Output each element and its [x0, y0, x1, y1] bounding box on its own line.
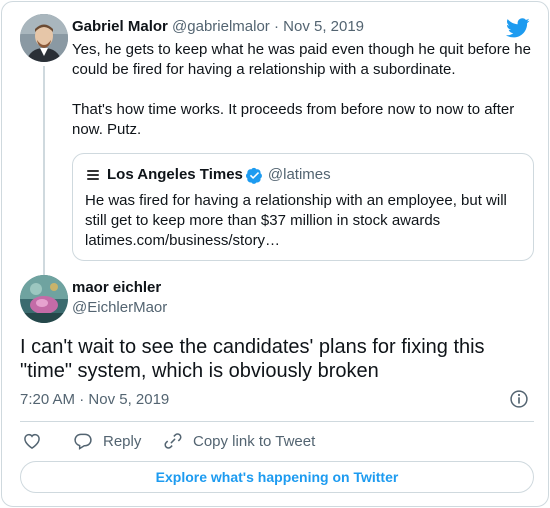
timestamp-separator: · — [79, 391, 85, 408]
avatar-gabriel-malor[interactable] — [20, 14, 68, 62]
parent-tweet-paragraph-2: That's how time works. It proceeds from … — [72, 101, 515, 138]
thread-connector-line — [43, 66, 45, 276]
header-separator: · — [273, 18, 279, 35]
twitter-bird-icon[interactable] — [506, 16, 530, 40]
quoted-tweet-header: Los Angeles Times @latimes — [107, 165, 331, 185]
parent-author-handle[interactable]: @gabrielmalor — [172, 18, 270, 35]
like-button[interactable] — [22, 431, 52, 451]
parent-tweet-date[interactable]: Nov 5, 2019 — [283, 18, 364, 35]
explore-twitter-button[interactable]: Explore what's happening on Twitter — [20, 461, 534, 493]
avatar-maor-eichler[interactable] — [20, 275, 68, 323]
embedded-tweet-card: Gabriel Malor @gabrielmalor · Nov 5, 201… — [1, 1, 549, 507]
parent-tweet-header: Gabriel Malor @gabrielmalor · Nov 5, 201… — [72, 17, 364, 37]
reply-label[interactable]: Reply — [103, 433, 141, 450]
main-tweet-text: I can't wait to see the candidates' plan… — [20, 336, 485, 382]
parent-tweet-paragraph-1: Yes, he gets to keep what he was paid ev… — [72, 41, 531, 78]
quoted-tweet-link[interactable]: latimes.com/business/story… — [85, 231, 515, 251]
parent-author-name[interactable]: Gabriel Malor — [72, 18, 168, 35]
main-author-handle[interactable]: @EichlerMaor — [72, 298, 167, 318]
copy-link-label[interactable]: Copy link to Tweet — [193, 433, 315, 450]
main-author-name[interactable]: maor eichler — [72, 278, 161, 298]
quoted-tweet-body: He was fired for having a relationship w… — [85, 192, 507, 229]
link-icon — [164, 433, 182, 449]
quoted-author-name: Los Angeles Times — [107, 166, 243, 183]
main-tweet-date[interactable]: Nov 5, 2019 — [88, 391, 169, 408]
info-icon[interactable] — [509, 389, 529, 409]
verified-badge-icon — [245, 167, 262, 184]
main-tweet-time[interactable]: 7:20 AM — [20, 391, 75, 408]
explore-label[interactable]: Explore what's happening on Twitter — [156, 469, 399, 485]
heart-icon — [24, 433, 40, 449]
divider — [20, 421, 534, 422]
reply-button[interactable]: Reply — [73, 431, 141, 451]
latimes-logo-icon — [85, 167, 101, 183]
quoted-tweet[interactable]: Los Angeles Times @latimes He was fired … — [72, 153, 534, 261]
quoted-tweet-text: He was fired for having a relationship w… — [85, 191, 515, 251]
quoted-author-handle: @latimes — [267, 166, 331, 183]
main-tweet-timestamp[interactable]: 7:20 AM · Nov 5, 2019 — [20, 390, 169, 410]
copy-link-button[interactable]: Copy link to Tweet — [163, 431, 315, 451]
reply-bubble-icon — [74, 433, 92, 450]
parent-tweet-text: Yes, he gets to keep what he was paid ev… — [72, 40, 537, 140]
